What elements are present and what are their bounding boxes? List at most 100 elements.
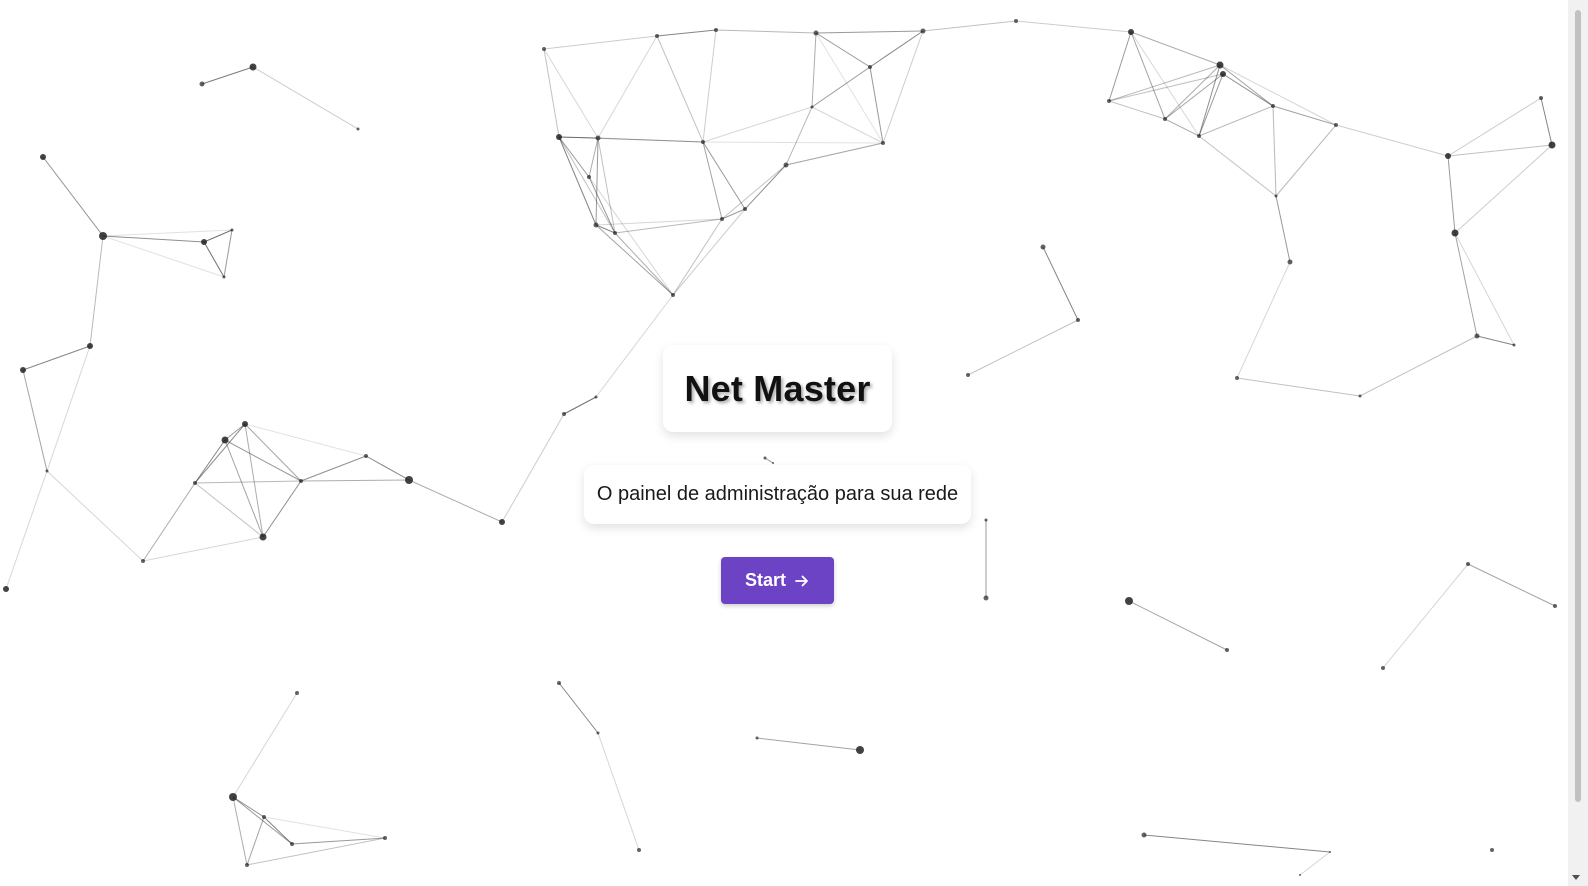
network-node xyxy=(1163,117,1167,121)
network-node xyxy=(557,681,561,685)
network-edge xyxy=(558,682,599,734)
scroll-down-arrow-icon[interactable] xyxy=(1572,875,1580,880)
network-node xyxy=(881,141,885,145)
network-edge xyxy=(1382,563,1469,669)
network-edge xyxy=(1042,246,1079,321)
network-edge xyxy=(252,66,359,130)
network-edge xyxy=(543,35,658,50)
network-node xyxy=(290,842,294,846)
network-edge xyxy=(721,208,746,220)
network-node xyxy=(1197,134,1201,138)
network-edge xyxy=(102,229,233,237)
network-node xyxy=(1381,666,1385,670)
start-button[interactable]: Start xyxy=(721,557,834,604)
vertical-scrollbar[interactable] xyxy=(1568,0,1588,886)
network-edge xyxy=(588,176,674,296)
network-node xyxy=(242,421,248,427)
network-edge xyxy=(869,30,924,68)
network-edge xyxy=(702,141,884,144)
network-node xyxy=(813,30,819,36)
network-edge xyxy=(1236,377,1361,397)
network-edge xyxy=(1128,600,1228,651)
network-edge xyxy=(246,816,265,866)
network-node xyxy=(671,293,675,297)
network-node xyxy=(1076,318,1080,322)
network-node xyxy=(613,231,617,235)
network-node xyxy=(920,28,926,34)
network-edge xyxy=(882,30,924,144)
network-edge xyxy=(1130,31,1221,66)
network-node xyxy=(1445,153,1451,159)
network-node xyxy=(594,395,598,399)
network-edge xyxy=(1540,97,1553,146)
network-node xyxy=(714,28,718,32)
network-node xyxy=(87,343,93,349)
network-edge xyxy=(1236,261,1291,379)
network-edge xyxy=(89,235,104,347)
network-node xyxy=(810,105,814,109)
network-edge xyxy=(224,423,246,441)
network-edge xyxy=(232,796,265,818)
network-edge xyxy=(142,536,264,562)
network-node xyxy=(587,175,591,179)
network-node xyxy=(701,140,705,144)
subtitle-card: O painel de administração para sua rede xyxy=(584,465,971,524)
network-node xyxy=(201,239,207,245)
network-node xyxy=(245,863,249,867)
network-edge xyxy=(702,106,813,143)
network-node xyxy=(1358,394,1362,398)
network-edge xyxy=(558,136,590,178)
landing-page: Net Master O painel de administração par… xyxy=(0,0,1588,886)
network-node xyxy=(229,793,237,801)
network-edge xyxy=(1335,124,1449,157)
network-edge xyxy=(1108,100,1166,120)
network-edge xyxy=(1476,335,1515,346)
network-edge xyxy=(702,141,723,220)
network-node xyxy=(1466,562,1470,566)
network-node xyxy=(1334,123,1338,127)
network-edge xyxy=(194,480,302,484)
network-edge xyxy=(1454,232,1478,337)
network-node xyxy=(783,162,789,168)
network-edge xyxy=(1275,195,1291,263)
network-edge xyxy=(5,470,48,590)
network-node xyxy=(1235,376,1239,380)
network-edge xyxy=(1108,64,1221,102)
network-edge xyxy=(715,29,817,34)
network-node xyxy=(1539,96,1543,100)
network-edge xyxy=(811,32,817,108)
network-edge xyxy=(1108,31,1132,102)
network-edge xyxy=(1447,155,1456,234)
network-edge xyxy=(46,470,144,562)
network-edge xyxy=(672,218,723,296)
arrow-right-icon xyxy=(794,573,810,589)
network-edge xyxy=(244,423,302,482)
network-edge xyxy=(597,35,658,139)
network-background xyxy=(3,19,1557,876)
network-edge xyxy=(702,141,746,210)
network-edge xyxy=(785,106,813,166)
network-node xyxy=(364,454,368,458)
network-edge xyxy=(595,294,674,398)
network-edge xyxy=(563,396,597,415)
network-edge xyxy=(815,32,871,68)
network-node xyxy=(1329,851,1331,853)
network-node xyxy=(45,469,49,473)
network-node xyxy=(20,367,26,373)
network-node xyxy=(221,436,229,444)
network-node xyxy=(593,222,599,228)
network-node xyxy=(1271,104,1275,108)
network-node xyxy=(1274,194,1278,198)
network-edge xyxy=(721,164,787,220)
network-node xyxy=(262,815,266,819)
start-button-label: Start xyxy=(744,570,786,590)
network-node xyxy=(141,559,145,563)
network-edge xyxy=(224,439,302,482)
network-edge xyxy=(1222,73,1274,107)
network-edge xyxy=(244,423,367,457)
network-node xyxy=(1014,19,1018,23)
network-node xyxy=(249,63,257,71)
scrollbar-thumb[interactable] xyxy=(1575,10,1581,802)
network-node xyxy=(259,533,267,541)
network-edge xyxy=(1272,105,1277,197)
